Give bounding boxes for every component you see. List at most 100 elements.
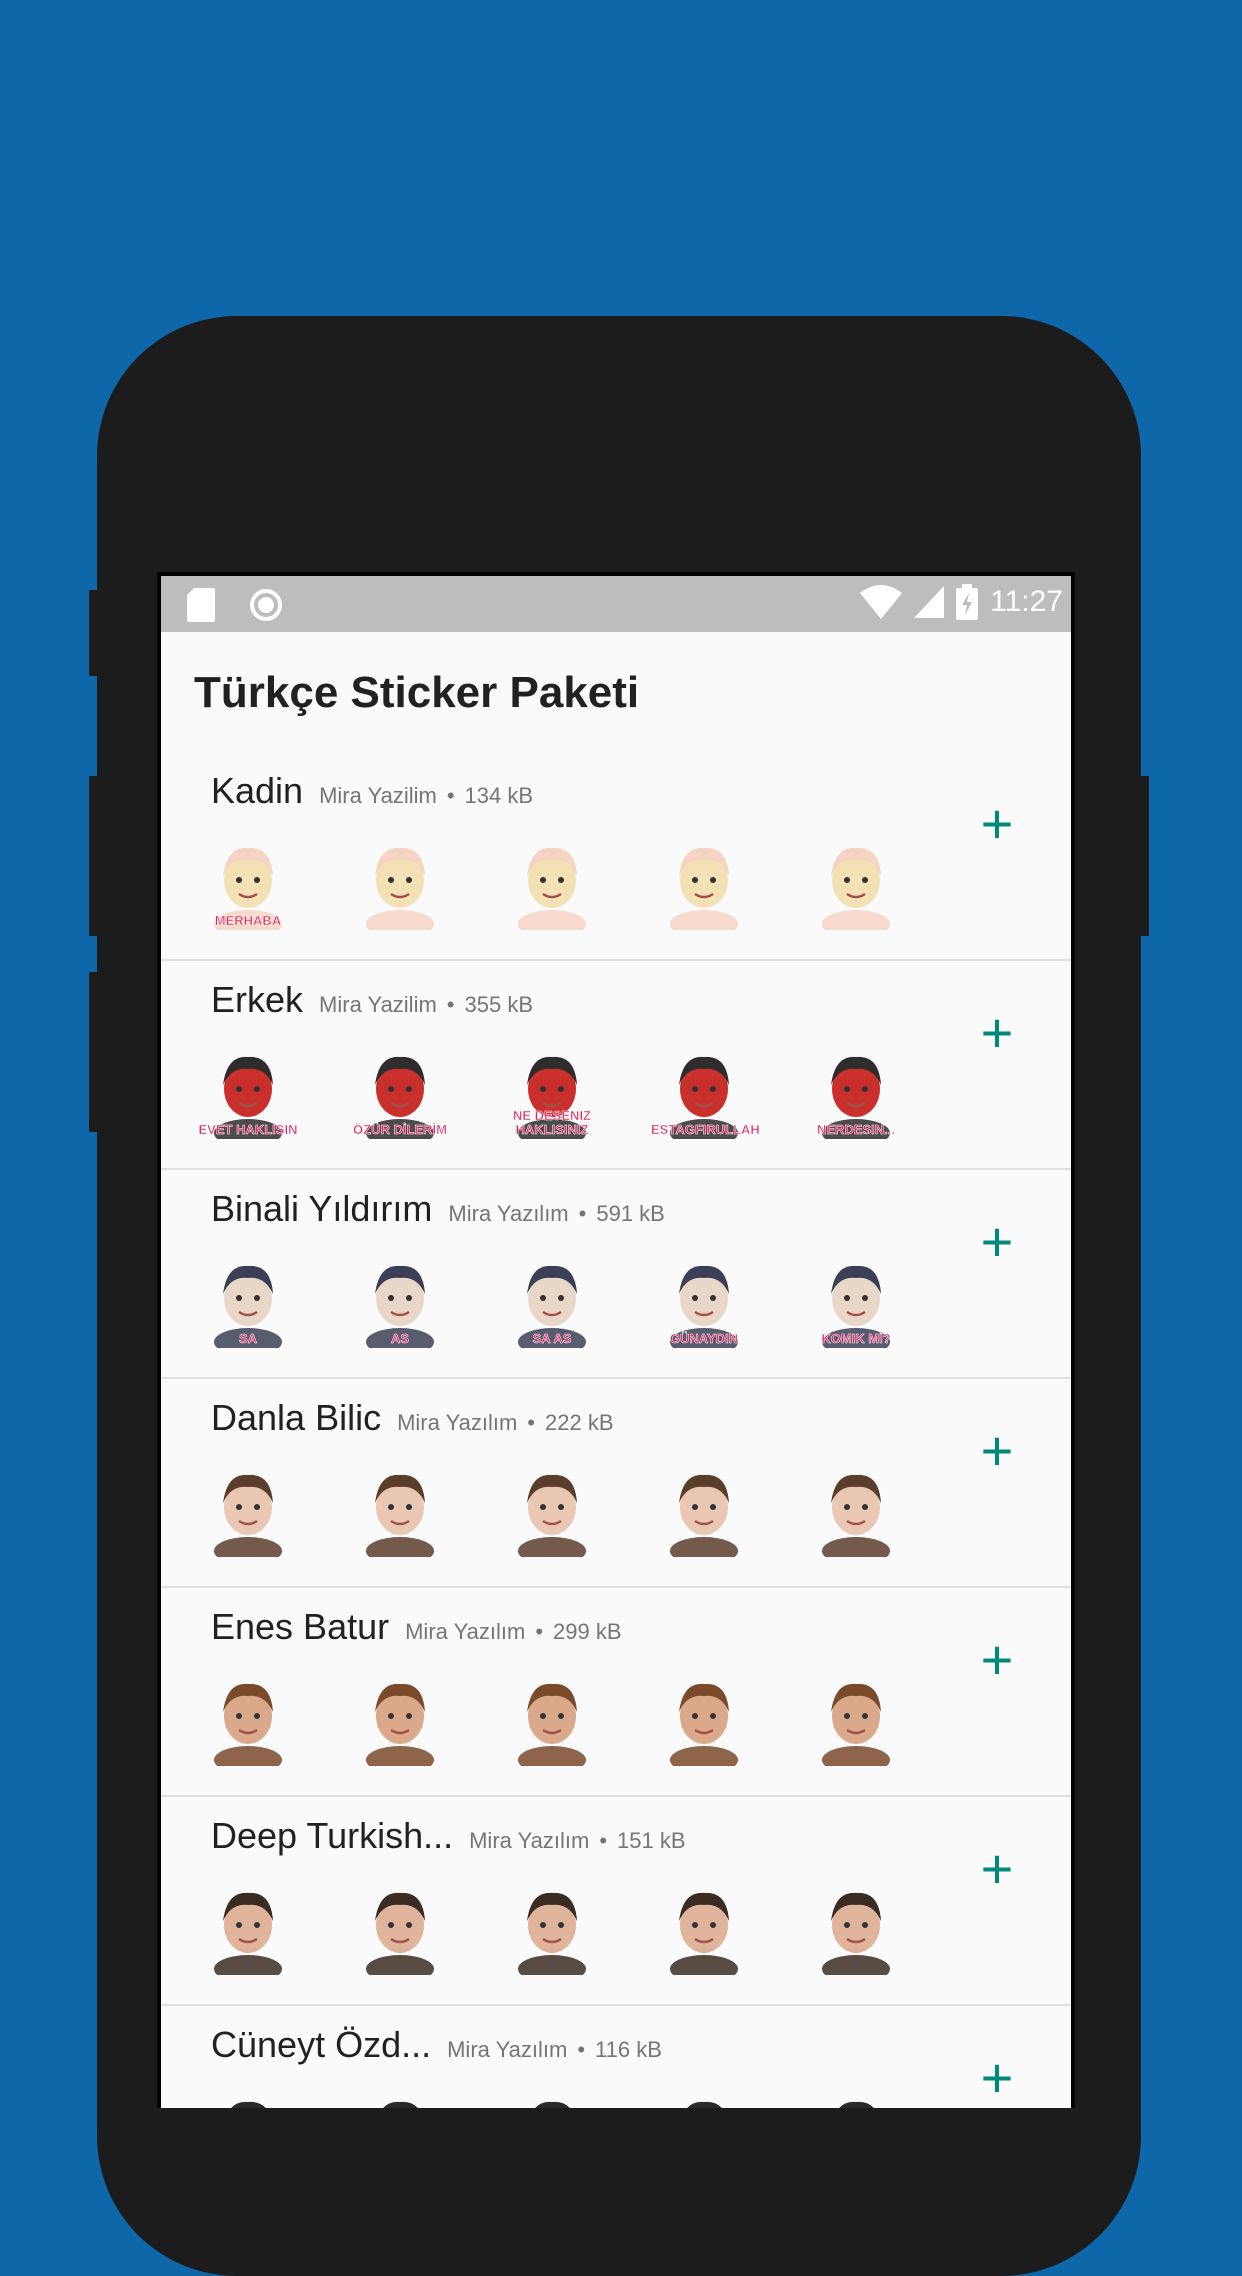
sd-card-icon bbox=[187, 588, 215, 622]
sticker-preview bbox=[353, 836, 447, 938]
pack-size: 355 kB bbox=[464, 992, 534, 1017]
sticker-preview bbox=[657, 1672, 751, 1774]
sticker-caption: NE DESENIZ HAKLISINIZ bbox=[512, 1108, 592, 1137]
sticker-caption: NERDESIN... bbox=[816, 1122, 896, 1137]
phone-side-button bbox=[1139, 776, 1149, 936]
phone-side-button bbox=[89, 590, 99, 676]
pack-name: Enes Batur bbox=[211, 1606, 390, 1647]
pack-name: Cüneyt Özd... bbox=[211, 2024, 432, 2065]
sticker-caption: KOMIK Mİ? bbox=[821, 1331, 891, 1346]
pack-name: Erkek bbox=[211, 979, 304, 1020]
sticker-preview bbox=[657, 836, 751, 938]
pack-size: 299 kB bbox=[553, 1619, 622, 1644]
sticker-pack-row[interactable]: Enes Batur Mira Yazılım • 299 kB + bbox=[161, 1588, 1071, 1797]
sticker-preview bbox=[201, 2090, 295, 2108]
separator-dot: • bbox=[446, 783, 455, 808]
add-pack-button[interactable]: + bbox=[975, 1423, 1019, 1479]
add-pack-button[interactable]: + bbox=[975, 1841, 1019, 1897]
sticker-preview bbox=[809, 2090, 903, 2108]
sticker-preview bbox=[201, 1881, 295, 1983]
sticker-preview bbox=[505, 2090, 599, 2108]
separator-dot: • bbox=[578, 1201, 587, 1226]
sticker-image bbox=[535, 2101, 570, 2108]
sticker-preview bbox=[353, 1672, 447, 1774]
sticker-preview-row bbox=[201, 1672, 903, 1774]
sticker-image bbox=[687, 2101, 722, 2108]
add-pack-button[interactable]: + bbox=[975, 796, 1019, 852]
sticker-image bbox=[214, 1683, 282, 1774]
add-pack-button[interactable]: + bbox=[975, 1214, 1019, 1270]
sticker-image bbox=[214, 1892, 282, 1983]
pack-publisher: Mira Yazılım bbox=[397, 1410, 518, 1435]
sticker-preview-row: EVET HAKLISIN ÖZÜR DİLERİM NE DESENIZ HAKL… bbox=[198, 1045, 903, 1147]
pack-size: 591 kB bbox=[596, 1201, 665, 1226]
pack-meta: Mira Yazilim • 355 kB bbox=[319, 992, 533, 1018]
sticker-pack-row[interactable]: Erkek Mira Yazilim • 355 kB EVET HAKLISIN ÖZÜ… bbox=[161, 961, 1071, 1170]
phone-side-button bbox=[89, 776, 99, 936]
separator-dot: • bbox=[527, 1410, 535, 1435]
add-pack-button[interactable]: + bbox=[975, 1632, 1019, 1688]
pack-publisher: Mira Yazilim bbox=[319, 783, 437, 808]
signal-icon bbox=[914, 586, 945, 618]
pack-size: 134 kB bbox=[464, 783, 534, 808]
sticker-preview-row bbox=[201, 1463, 903, 1565]
sticker-preview-row bbox=[201, 2090, 903, 2108]
sticker-preview: NERDESIN... bbox=[809, 1045, 903, 1147]
pack-size: 151 kB bbox=[617, 1828, 686, 1853]
sticker-preview: MERHABA bbox=[201, 836, 295, 938]
sticker-caption: SA AS bbox=[532, 1331, 572, 1346]
sticker-image bbox=[518, 847, 586, 938]
pack-header: Kadin Mira Yazilim • 134 kB bbox=[211, 770, 533, 812]
sticker-pack-row[interactable]: Kadin Mira Yazilim • 134 kB MERHABA + bbox=[161, 752, 1071, 961]
phone-side-button bbox=[89, 972, 99, 1132]
sticker-caption: MERHABA bbox=[214, 913, 282, 928]
sticker-caption: ESTAGFIRULLAH bbox=[651, 1122, 760, 1137]
pack-publisher: Mira Yazılım bbox=[448, 1201, 569, 1226]
sticker-preview: ESTAGFIRULLAH bbox=[651, 1045, 760, 1147]
sticker-preview bbox=[505, 1672, 599, 1774]
add-pack-button[interactable]: + bbox=[975, 1005, 1019, 1061]
pack-meta: Mira Yazılım • 299 kB bbox=[405, 1619, 621, 1645]
sticker-image bbox=[822, 1474, 890, 1565]
sticker-image bbox=[366, 847, 434, 938]
sticker-pack-row[interactable]: Danla Bilic Mira Yazılım • 222 kB + bbox=[161, 1379, 1071, 1588]
sticker-caption: EVET HAKLISIN bbox=[198, 1122, 298, 1137]
pack-name: Kadin bbox=[211, 770, 304, 811]
sticker-pack-row[interactable]: Cüneyt Özd... Mira Yazılım • 116 kB + bbox=[161, 2006, 1071, 2108]
app-content[interactable]: Türkçe Sticker Paketi Kadin Mira Yazilim •… bbox=[161, 632, 1071, 2108]
sticker-image bbox=[822, 847, 890, 938]
sticker-preview-row bbox=[201, 1881, 903, 1983]
sticker-preview: KOMIK Mİ? bbox=[809, 1254, 903, 1356]
battery-charging-icon bbox=[956, 584, 979, 620]
pack-publisher: Mira Yazılım bbox=[447, 2037, 568, 2062]
sticker-preview bbox=[809, 836, 903, 938]
sticker-preview bbox=[505, 1881, 599, 1983]
sticker-image bbox=[670, 1683, 738, 1774]
wifi-icon bbox=[860, 585, 903, 619]
status-bar: 11:27 bbox=[161, 576, 1071, 632]
sticker-preview bbox=[353, 2090, 447, 2108]
pack-header: Cüneyt Özd... Mira Yazılım • 116 kB bbox=[211, 2024, 662, 2066]
sticker-pack-row[interactable]: Deep Turkish... Mira Yazılım • 151 kB + bbox=[161, 1797, 1071, 2006]
pack-name: Deep Turkish... bbox=[211, 1815, 454, 1856]
pack-publisher: Mira Yazilim bbox=[319, 992, 437, 1017]
sticker-preview bbox=[505, 1463, 599, 1565]
sticker-caption: AS bbox=[390, 1331, 410, 1346]
sticker-image bbox=[518, 1474, 586, 1565]
sticker-image bbox=[231, 2101, 266, 2108]
sticker-preview bbox=[505, 836, 599, 938]
sticker-image bbox=[518, 1683, 586, 1774]
sticker-preview bbox=[201, 1672, 295, 1774]
add-pack-button[interactable]: + bbox=[975, 2050, 1019, 2106]
sticker-pack-row[interactable]: Binali Yıldırım Mira Yazılım • 591 kB SA AS SA… bbox=[161, 1170, 1071, 1379]
phone-screen: 11:27 Türkçe Sticker Paketi Kadin Mira Ya… bbox=[157, 572, 1075, 2108]
pack-meta: Mira Yazılım • 591 kB bbox=[448, 1201, 664, 1227]
sticker-image bbox=[670, 1474, 738, 1565]
status-time: 11:27 bbox=[990, 585, 1063, 618]
sticker-pack-list[interactable]: Kadin Mira Yazilim • 134 kB MERHABA + Erkek Mir… bbox=[161, 752, 1071, 2108]
pack-publisher: Mira Yazılım bbox=[405, 1619, 526, 1644]
sticker-image bbox=[670, 847, 738, 938]
sticker-preview: AS bbox=[353, 1254, 447, 1356]
pack-header: Binali Yıldırım Mira Yazılım • 591 kB bbox=[211, 1188, 665, 1230]
sticker-caption: GÜNAYDIN bbox=[669, 1331, 739, 1346]
